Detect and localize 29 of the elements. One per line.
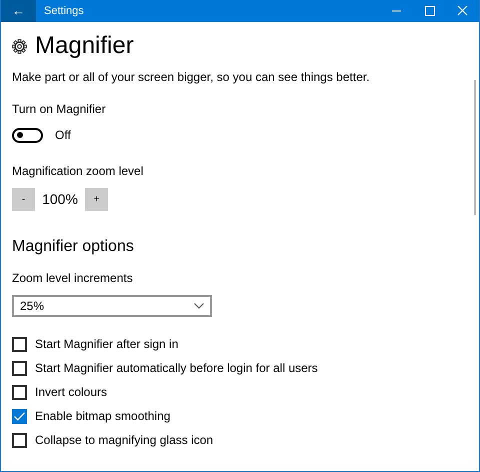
zoom-value: 100% <box>41 190 79 209</box>
increase-button[interactable]: + <box>85 188 108 211</box>
checkbox-label: Enable bitmap smoothing <box>35 408 170 425</box>
checkbox-label: Start Magnifier automatically before login for all users <box>35 360 318 377</box>
description-text: Make part or all of your screen bigger, so you can see things better. <box>12 69 371 86</box>
scrollbar-thumb[interactable] <box>474 80 476 215</box>
section-heading: Magnifier options <box>12 237 135 257</box>
toggle-label: Turn on Magnifier <box>12 101 107 118</box>
checkbox-label: Start Magnifier after sign in <box>35 336 178 353</box>
toggle-state-text: Off <box>55 127 71 144</box>
window-title: Settings <box>44 4 85 19</box>
checkbox[interactable] <box>12 384 27 400</box>
checkbox[interactable] <box>12 432 27 448</box>
back-button[interactable]: ← <box>1 0 36 22</box>
checkbox[interactable] <box>12 336 27 352</box>
checkbox-label: Invert colours <box>35 384 108 401</box>
page-title: Magnifier <box>35 32 134 60</box>
chevron-icon <box>194 303 204 309</box>
zoom-level-label: Magnification zoom level <box>12 163 144 180</box>
increments-label: Zoom level increments <box>12 270 134 287</box>
increments-dropdown[interactable]: 25% <box>12 295 212 317</box>
toggle-switch[interactable] <box>12 128 43 142</box>
checkbox[interactable] <box>12 360 27 376</box>
decrease-button[interactable]: - <box>12 188 35 211</box>
settings-icon <box>12 38 27 54</box>
checkbox-label: Collapse to magnifying glass icon <box>35 432 214 449</box>
checkbox[interactable] <box>12 408 27 424</box>
maximize-icon[interactable] <box>424 6 435 16</box>
close-icon[interactable] <box>457 6 468 16</box>
